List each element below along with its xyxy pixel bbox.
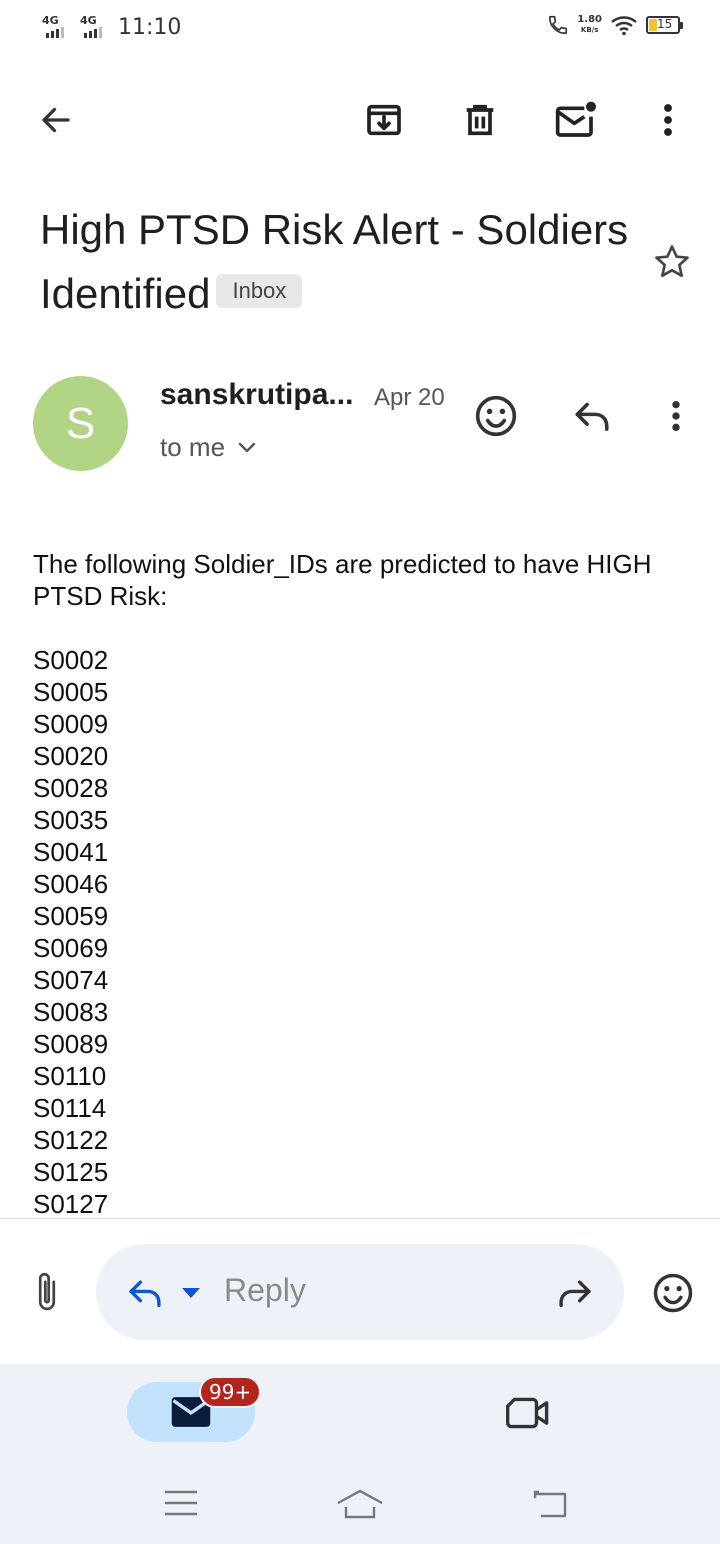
soldier-id-item: S0041: [33, 837, 109, 867]
soldier-id-item: S0035: [33, 805, 109, 835]
unread-count-badge: 99+: [199, 1376, 262, 1408]
nav-meet-tab[interactable]: [500, 1388, 556, 1438]
message-body-viewport[interactable]: The following Soldier_IDs are predicted …: [0, 0, 720, 1218]
home-icon: [337, 1489, 383, 1519]
reply-icon: [129, 1280, 161, 1308]
soldier-id-item: S0059: [33, 901, 109, 931]
back-nav-icon: [533, 1490, 567, 1518]
soldier-id-item: S0009: [33, 709, 109, 739]
soldier-id-item: S0089: [33, 1029, 109, 1059]
soldier-id-item: S0122: [33, 1125, 109, 1155]
soldier-id-item: S0069: [33, 933, 109, 963]
reply-emoji-button[interactable]: [646, 1266, 700, 1320]
reply-mode-dropdown[interactable]: [176, 1278, 206, 1308]
reply-mode-button[interactable]: [120, 1268, 170, 1318]
system-menu-button[interactable]: [156, 1478, 206, 1528]
system-back-button[interactable]: [524, 1478, 576, 1528]
soldier-id-item: S0005: [33, 677, 109, 707]
soldier-id-item: S0028: [33, 773, 109, 803]
soldier-id-item: S0127: [33, 1189, 109, 1218]
caret-down-icon: [182, 1288, 200, 1298]
soldier-id-item: S0074: [33, 965, 109, 995]
system-home-button[interactable]: [334, 1478, 386, 1528]
forward-button[interactable]: [550, 1268, 600, 1318]
soldier-id-item: S0083: [33, 997, 109, 1027]
soldier-id-item: S0125: [33, 1157, 109, 1187]
attach-button[interactable]: [20, 1262, 74, 1322]
divider: [0, 1218, 720, 1219]
soldier-id-item: S0046: [33, 869, 109, 899]
message-body: The following Soldier_IDs are predicted …: [33, 548, 693, 1218]
soldier-id-item: S0002: [33, 645, 109, 675]
menu-icon: [165, 1490, 197, 1516]
soldier-id-list: S0002 S0005 S0009 S0020 S0028 S0035 S0041 S0046…: [33, 644, 693, 1218]
soldier-id-item: S0114: [33, 1093, 107, 1123]
video-camera-icon: [506, 1397, 549, 1429]
reply-input[interactable]: Reply: [224, 1272, 306, 1309]
body-intro: The following Soldier_IDs are predicted …: [33, 549, 652, 611]
paperclip-icon: [38, 1272, 56, 1311]
emoji-icon: [653, 1273, 693, 1313]
soldier-id-item: S0020: [33, 741, 109, 771]
forward-icon: [559, 1280, 591, 1308]
soldier-id-item: S0110: [33, 1061, 107, 1091]
